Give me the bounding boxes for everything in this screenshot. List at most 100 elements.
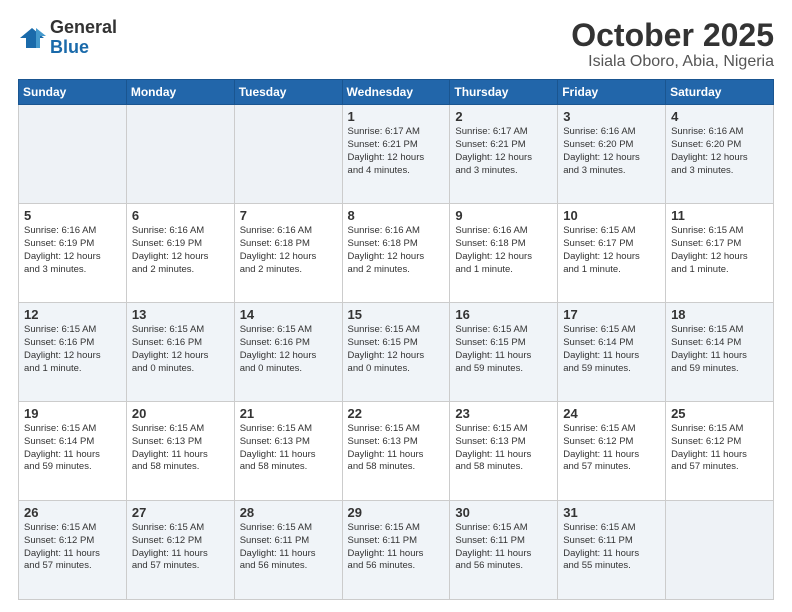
day-info: Sunrise: 6:15 AMSunset: 6:15 PMDaylight:… (348, 324, 445, 375)
calendar-cell: 31 Sunrise: 6:15 AMSunset: 6:11 PMDayligh… (558, 501, 666, 600)
day-info: Sunrise: 6:15 AMSunset: 6:12 PMDaylight:… (24, 522, 121, 573)
day-number: 29 (348, 505, 445, 520)
day-info: Sunrise: 6:15 AMSunset: 6:11 PMDaylight:… (240, 522, 337, 573)
day-number: 31 (563, 505, 660, 520)
day-number: 6 (132, 208, 229, 223)
day-info: Sunrise: 6:15 AMSunset: 6:16 PMDaylight:… (240, 324, 337, 375)
calendar-cell: 28 Sunrise: 6:15 AMSunset: 6:11 PMDayligh… (234, 501, 342, 600)
calendar-cell: 1 Sunrise: 6:17 AMSunset: 6:21 PMDaylight… (342, 105, 450, 204)
calendar-cell: 7Sunrise: 6:16 AMSunset: 6:18 PMDaylight… (234, 204, 342, 303)
weekday-header-friday: Friday (558, 80, 666, 105)
day-info: Sunrise: 6:15 AMSunset: 6:11 PMDaylight:… (563, 522, 660, 573)
day-number: 19 (24, 406, 121, 421)
day-number: 4 (671, 109, 768, 124)
logo-text: General Blue (50, 18, 117, 58)
day-info: Sunrise: 6:15 AMSunset: 6:14 PMDaylight:… (24, 423, 121, 474)
calendar-week-3: 12 Sunrise: 6:15 AMSunset: 6:16 PMDayligh… (19, 303, 774, 402)
day-info: Sunrise: 6:15 AMSunset: 6:11 PMDaylight:… (348, 522, 445, 573)
day-info: Sunrise: 6:15 AMSunset: 6:13 PMDaylight:… (348, 423, 445, 474)
day-info: Sunrise: 6:16 AMSunset: 6:18 PMDaylight:… (455, 225, 552, 276)
day-number: 25 (671, 406, 768, 421)
calendar-week-1: 1 Sunrise: 6:17 AMSunset: 6:21 PMDaylight… (19, 105, 774, 204)
calendar-cell: 26 Sunrise: 6:15 AMSunset: 6:12 PMDayligh… (19, 501, 127, 600)
calendar-cell (234, 105, 342, 204)
day-number: 26 (24, 505, 121, 520)
page: General Blue October 2025 Isiala Oboro, … (0, 0, 792, 612)
logo-blue: Blue (50, 37, 89, 57)
calendar-header-row: SundayMondayTuesdayWednesdayThursdayFrid… (19, 80, 774, 105)
calendar-cell: 22 Sunrise: 6:15 AMSunset: 6:13 PMDayligh… (342, 402, 450, 501)
calendar-cell: 20 Sunrise: 6:15 AMSunset: 6:13 PMDayligh… (126, 402, 234, 501)
calendar-cell: 19 Sunrise: 6:15 AMSunset: 6:14 PMDayligh… (19, 402, 127, 501)
day-info: Sunrise: 6:15 AMSunset: 6:11 PMDaylight:… (455, 522, 552, 573)
day-number: 22 (348, 406, 445, 421)
day-info: Sunrise: 6:15 AMSunset: 6:16 PMDaylight:… (132, 324, 229, 375)
day-info: Sunrise: 6:15 AMSunset: 6:17 PMDaylight:… (671, 225, 768, 276)
calendar-cell (666, 501, 774, 600)
calendar-cell: 13 Sunrise: 6:15 AMSunset: 6:16 PMDayligh… (126, 303, 234, 402)
calendar-cell: 18Sunrise: 6:15 AMSunset: 6:14 PMDayligh… (666, 303, 774, 402)
day-info: Sunrise: 6:16 AMSunset: 6:20 PMDaylight:… (563, 126, 660, 177)
weekday-header-sunday: Sunday (19, 80, 127, 105)
calendar-cell: 4 Sunrise: 6:16 AMSunset: 6:20 PMDaylight… (666, 105, 774, 204)
day-info: Sunrise: 6:15 AMSunset: 6:15 PMDaylight:… (455, 324, 552, 375)
calendar-cell: 8 Sunrise: 6:16 AMSunset: 6:18 PMDaylight… (342, 204, 450, 303)
day-number: 9 (455, 208, 552, 223)
calendar-cell: 12Sunrise: 6:15 AMSunset: 6:16 PMDayligh… (19, 303, 127, 402)
logo-general: General (50, 17, 117, 37)
logo: General Blue (18, 18, 117, 58)
day-number: 11 (671, 208, 768, 223)
calendar-cell: 17Sunrise: 6:15 AMSunset: 6:14 PMDayligh… (558, 303, 666, 402)
calendar-cell: 29 Sunrise: 6:15 AMSunset: 6:11 PMDayligh… (342, 501, 450, 600)
title-block: October 2025 Isiala Oboro, Abia, Nigeria (571, 18, 774, 71)
day-number: 12 (24, 307, 121, 322)
day-number: 1 (348, 109, 445, 124)
day-info: Sunrise: 6:15 AMSunset: 6:13 PMDaylight:… (132, 423, 229, 474)
day-number: 15 (348, 307, 445, 322)
day-info: Sunrise: 6:15 AMSunset: 6:14 PMDaylight:… (671, 324, 768, 375)
calendar-cell: 16 Sunrise: 6:15 AMSunset: 6:15 PMDayligh… (450, 303, 558, 402)
calendar-cell: 23Sunrise: 6:15 AMSunset: 6:13 PMDayligh… (450, 402, 558, 501)
day-number: 30 (455, 505, 552, 520)
weekday-header-wednesday: Wednesday (342, 80, 450, 105)
day-number: 20 (132, 406, 229, 421)
calendar-cell: 14 Sunrise: 6:15 AMSunset: 6:16 PMDayligh… (234, 303, 342, 402)
day-info: Sunrise: 6:16 AMSunset: 6:20 PMDaylight:… (671, 126, 768, 177)
logo-icon (18, 24, 46, 52)
weekday-header-tuesday: Tuesday (234, 80, 342, 105)
day-number: 17 (563, 307, 660, 322)
day-number: 24 (563, 406, 660, 421)
day-number: 10 (563, 208, 660, 223)
day-info: Sunrise: 6:15 AMSunset: 6:12 PMDaylight:… (671, 423, 768, 474)
day-number: 21 (240, 406, 337, 421)
day-number: 23 (455, 406, 552, 421)
day-info: Sunrise: 6:16 AMSunset: 6:19 PMDaylight:… (132, 225, 229, 276)
day-number: 2 (455, 109, 552, 124)
day-number: 16 (455, 307, 552, 322)
calendar-table: SundayMondayTuesdayWednesdayThursdayFrid… (18, 79, 774, 600)
day-info: Sunrise: 6:15 AMSunset: 6:12 PMDaylight:… (563, 423, 660, 474)
calendar-cell: 30 Sunrise: 6:15 AMSunset: 6:11 PMDayligh… (450, 501, 558, 600)
calendar-week-5: 26 Sunrise: 6:15 AMSunset: 6:12 PMDayligh… (19, 501, 774, 600)
main-title: October 2025 (571, 18, 774, 53)
day-number: 28 (240, 505, 337, 520)
calendar-cell: 27 Sunrise: 6:15 AMSunset: 6:12 PMDayligh… (126, 501, 234, 600)
calendar-cell: 21Sunrise: 6:15 AMSunset: 6:13 PMDayligh… (234, 402, 342, 501)
weekday-header-thursday: Thursday (450, 80, 558, 105)
day-number: 3 (563, 109, 660, 124)
weekday-header-monday: Monday (126, 80, 234, 105)
day-info: Sunrise: 6:17 AMSunset: 6:21 PMDaylight:… (455, 126, 552, 177)
day-info: Sunrise: 6:16 AMSunset: 6:18 PMDaylight:… (348, 225, 445, 276)
calendar-cell: 11 Sunrise: 6:15 AMSunset: 6:17 PMDayligh… (666, 204, 774, 303)
day-info: Sunrise: 6:16 AMSunset: 6:19 PMDaylight:… (24, 225, 121, 276)
calendar-cell: 15 Sunrise: 6:15 AMSunset: 6:15 PMDayligh… (342, 303, 450, 402)
calendar-cell: 9 Sunrise: 6:16 AMSunset: 6:18 PMDaylight… (450, 204, 558, 303)
day-info: Sunrise: 6:15 AMSunset: 6:12 PMDaylight:… (132, 522, 229, 573)
calendar-cell (19, 105, 127, 204)
calendar-cell: 2 Sunrise: 6:17 AMSunset: 6:21 PMDaylight… (450, 105, 558, 204)
day-number: 13 (132, 307, 229, 322)
day-info: Sunrise: 6:17 AMSunset: 6:21 PMDaylight:… (348, 126, 445, 177)
day-number: 27 (132, 505, 229, 520)
day-number: 8 (348, 208, 445, 223)
day-number: 14 (240, 307, 337, 322)
